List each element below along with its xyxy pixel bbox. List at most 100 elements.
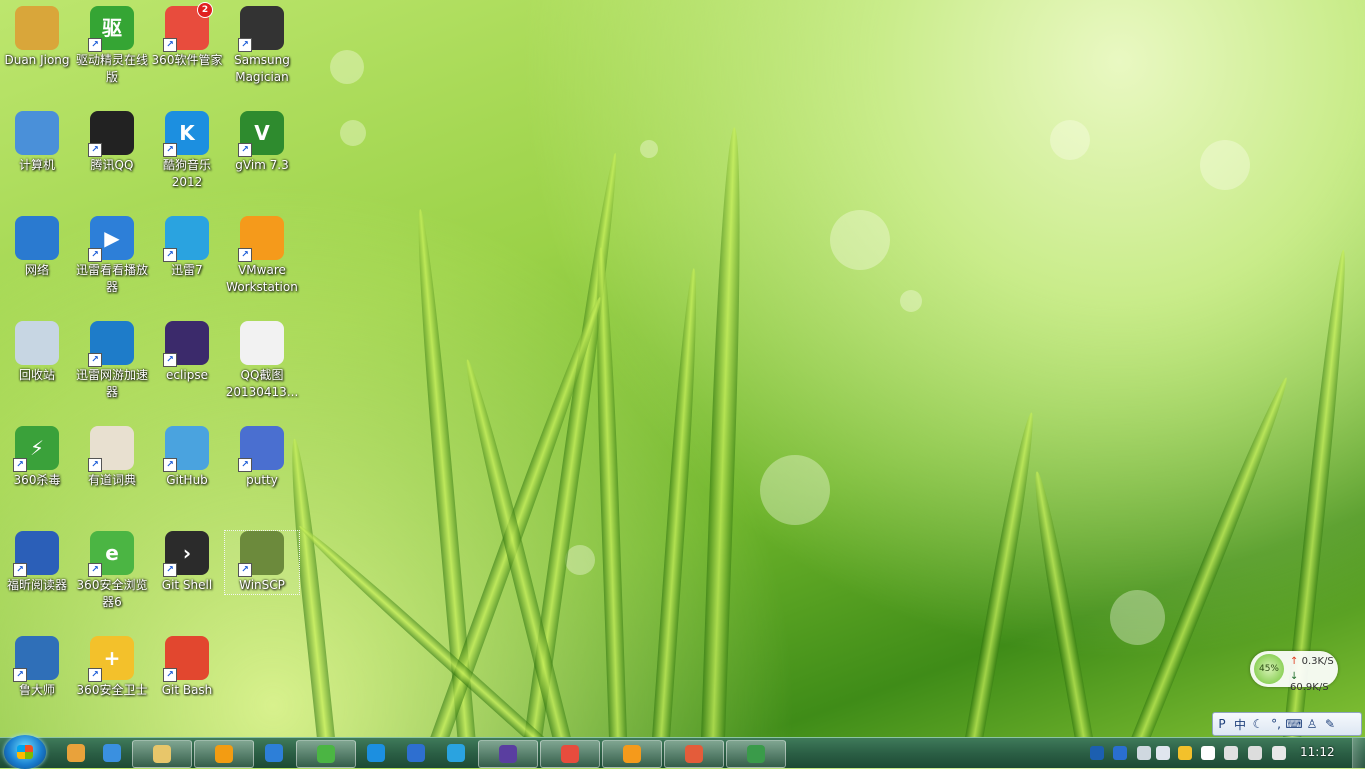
taskbar-button[interactable] xyxy=(256,740,292,766)
desktop-icon[interactable]: ↗ 腾讯QQ xyxy=(75,111,149,174)
desktop-icon-label: 有道词典 xyxy=(87,473,136,487)
desktop-icon[interactable]: e ↗ 360安全浏览器6 xyxy=(75,531,149,611)
taskbar-button[interactable] xyxy=(398,740,434,766)
taskbar-button[interactable] xyxy=(664,740,724,768)
remote-icon xyxy=(747,745,765,763)
cpu-usage-gauge: 45% xyxy=(1254,654,1284,684)
desktop-icon[interactable]: ▶ ↗ 迅雷看看播放器 xyxy=(75,216,149,296)
desktop-icon-label: eclipse xyxy=(166,368,208,382)
desktop-icon[interactable]: ↗ GitHub xyxy=(150,426,224,489)
desktop-icon[interactable]: ↗ 福昕阅读器 xyxy=(0,531,74,594)
eclipse-icon: ↗ xyxy=(163,321,209,367)
shortcut-arrow-icon: ↗ xyxy=(13,668,27,682)
eclipse-icon xyxy=(499,745,517,763)
desktop-icon[interactable]: 回收站 xyxy=(0,321,74,384)
taskbar-button[interactable] xyxy=(60,740,92,766)
shortcut-arrow-icon: ↗ xyxy=(88,38,102,52)
expand-tray-icon[interactable] xyxy=(1156,746,1170,760)
desktop-icon[interactable]: ↗ putty xyxy=(225,426,299,489)
desktop-icon[interactable]: ↗ 迅雷7 xyxy=(150,216,224,279)
shortcut-arrow-icon: ↗ xyxy=(13,458,27,472)
desktop-icon[interactable]: ↗ WinSCP xyxy=(224,530,300,595)
desktop-icon[interactable]: 计算机 xyxy=(0,111,74,174)
putty-icon xyxy=(407,744,425,762)
desktop-icon[interactable]: Duan Jiong xyxy=(0,6,74,69)
media-player-icon xyxy=(215,745,233,763)
taskbar: 11:12 xyxy=(0,735,1365,769)
pinyin-icon[interactable] xyxy=(1090,746,1104,760)
show-desktop-button[interactable] xyxy=(1352,738,1365,768)
power-icon[interactable] xyxy=(1224,746,1238,760)
desktop-icon[interactable]: › ↗ Git Shell xyxy=(150,531,224,594)
ime-logo-icon[interactable]: P xyxy=(1213,717,1231,731)
taskbar-button[interactable] xyxy=(602,740,662,768)
ime-settings-icon[interactable]: ✎ xyxy=(1321,717,1339,731)
desktop-icon[interactable]: ↗ 迅雷网游加速器 xyxy=(75,321,149,401)
tray-overflow-icon[interactable] xyxy=(1137,746,1151,760)
half-width-icon[interactable]: ☾ xyxy=(1249,717,1267,731)
shortcut-arrow-icon: ↗ xyxy=(238,563,252,577)
taskbar-button[interactable] xyxy=(478,740,538,768)
desktop-icon[interactable]: ⚡ ↗ 360杀毒 xyxy=(0,426,74,489)
desktop-icon[interactable]: 2 ↗ 360软件管家 xyxy=(150,2,224,69)
desktop-icon[interactable]: K ↗ 酷狗音乐2012 xyxy=(150,111,224,191)
system-clock[interactable]: 11:12 xyxy=(1300,745,1335,759)
desktop-icon-label: 迅雷7 xyxy=(171,263,203,277)
desktop-icon[interactable]: 驱 ↗ 驱动精灵在线版 xyxy=(75,6,149,86)
network-speed-widget[interactable]: 45% ↑ 0.3K/S ↓ 60.9K/S xyxy=(1250,651,1338,693)
desktop-icon[interactable]: QQ截图20130413... xyxy=(225,321,299,401)
network-globe-icon xyxy=(15,216,59,260)
desktop-icon[interactable]: ↗ 鲁大师 xyxy=(0,636,74,699)
signal-icon[interactable] xyxy=(1248,746,1262,760)
ime-mode-toggle[interactable]: 中 xyxy=(1231,716,1249,733)
taskbar-button[interactable] xyxy=(194,740,254,768)
taskbar-button[interactable] xyxy=(96,740,128,766)
upload-arrow-icon: ↑ xyxy=(1290,656,1299,667)
help-icon[interactable] xyxy=(1113,746,1127,760)
shortcut-arrow-icon: ↗ xyxy=(88,458,102,472)
taskbar-button[interactable] xyxy=(358,740,394,766)
user-center-icon[interactable]: ♙ xyxy=(1303,717,1321,731)
taskbar-button[interactable] xyxy=(438,740,474,766)
desktop-icon-label: Duan Jiong xyxy=(4,53,70,67)
desktop-icon[interactable]: + ↗ 360安全卫士 xyxy=(75,636,149,699)
taskbar-button[interactable] xyxy=(726,740,786,768)
taskbar-button[interactable] xyxy=(296,740,356,768)
taskbar-button[interactable] xyxy=(540,740,600,768)
driver-genius-icon: 驱 ↗ xyxy=(88,6,134,52)
desktop-icon[interactable]: ↗ eclipse xyxy=(150,321,224,384)
taskbar-button[interactable] xyxy=(132,740,192,768)
desktop-icon[interactable]: ↗ VMware Workstation xyxy=(225,216,299,296)
desktop-icon-label: 360安全卫士 xyxy=(76,683,148,697)
start-button[interactable] xyxy=(4,735,46,769)
ie-icon xyxy=(103,744,121,762)
soft-keyboard-icon[interactable]: ⌨ xyxy=(1285,717,1303,731)
ludashi-icon: ↗ xyxy=(13,636,59,682)
punctuation-icon[interactable]: °, xyxy=(1267,717,1285,731)
winscp-icon: ↗ xyxy=(238,531,284,577)
desktop-icon[interactable]: ↗ 有道词典 xyxy=(75,426,149,489)
putty-icon: ↗ xyxy=(238,426,284,472)
shortcut-arrow-icon: ↗ xyxy=(238,458,252,472)
360-manager-icon xyxy=(561,745,579,763)
upload-value: 0.3K/S xyxy=(1301,656,1334,667)
ime-language-bar[interactable]: P 中 ☾ °, ⌨ ♙ ✎ xyxy=(1212,712,1362,736)
desktop-icon-label: GitHub xyxy=(166,473,208,487)
shortcut-arrow-icon: ↗ xyxy=(238,38,252,52)
desktop-icon[interactable]: V ↗ gVim 7.3 xyxy=(225,111,299,174)
desktop-icon-label: Git Bash xyxy=(161,683,213,697)
desktop-icon[interactable]: ↗ Git Bash xyxy=(150,636,224,699)
flag-icon[interactable] xyxy=(1201,746,1215,760)
volume-icon[interactable] xyxy=(1272,746,1286,760)
xunlei-player-icon: ▶ ↗ xyxy=(88,216,134,262)
notification-badge: 2 xyxy=(197,2,213,18)
desktop-icon-label: 网络 xyxy=(24,263,49,277)
360-browser-icon: e ↗ xyxy=(88,531,134,577)
360-tray-icon[interactable] xyxy=(1178,746,1192,760)
desktop-icon[interactable]: ↗ Samsung Magician xyxy=(225,6,299,86)
shortcut-arrow-icon: ↗ xyxy=(13,563,27,577)
desktop-icon[interactable]: 网络 xyxy=(0,216,74,279)
desktop-icon-label: 360软件管家 xyxy=(151,53,223,67)
download-arrow-icon: ↓ xyxy=(1290,671,1299,682)
shortcut-arrow-icon: ↗ xyxy=(88,563,102,577)
